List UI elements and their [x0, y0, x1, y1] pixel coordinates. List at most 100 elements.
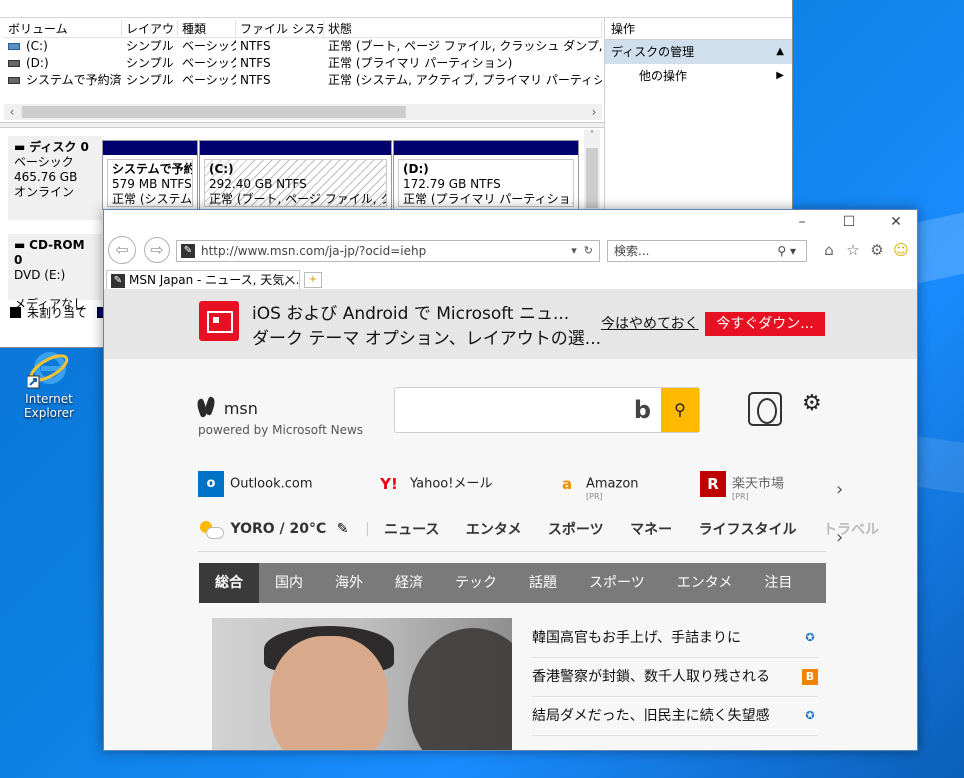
news-tab-domestic[interactable]: 国内	[259, 563, 319, 603]
cdrom-label[interactable]: ▬ CD-ROM 0 DVD (E:) メディアなし	[8, 234, 102, 311]
category-news[interactable]: ニュース	[384, 519, 439, 539]
home-icon[interactable]: ⌂	[820, 240, 838, 260]
partition-bar	[200, 141, 391, 155]
actions-header: 操作	[605, 18, 792, 40]
msn-wordmark: msn	[223, 398, 258, 418]
msn-search-input[interactable]: b ⚲	[394, 387, 700, 433]
address-bar[interactable]: ✎ http://www.msn.com/ja-jp/?ocid=iehp ▾ …	[176, 240, 600, 262]
volume-icon	[8, 77, 20, 84]
tab-msn[interactable]: ✎ MSN Japan - ニュース, 天気, ... ✕	[106, 270, 300, 290]
source-logo-icon: ✪	[805, 631, 815, 644]
action-label: ディスクの管理	[611, 45, 695, 59]
msn-logo[interactable]: msn powered by Microsoft News	[198, 397, 363, 438]
title-bar[interactable]: – ☐ ✕	[104, 210, 917, 234]
category-lifestyle[interactable]: ライフスタイル	[699, 519, 797, 539]
partition-d[interactable]: (D:) 172.79 GB NTFS 正常 (プライマリ パーティション)	[393, 140, 579, 210]
headline-item[interactable]: 香港警察が封鎖、数千人取り残される B	[532, 658, 818, 697]
maximize-icon[interactable]: ☐	[826, 210, 872, 234]
volume-name: システムで予約済み	[26, 73, 122, 87]
category-sports[interactable]: スポーツ	[548, 519, 604, 539]
news-tab-top[interactable]: 総合	[199, 563, 259, 603]
news-tab-featured[interactable]: 注目	[748, 563, 808, 603]
tab-close-icon[interactable]: ✕	[285, 271, 295, 289]
news-tab-economy[interactable]: 経済	[379, 563, 439, 603]
action-disk-management[interactable]: ディスクの管理 ▲	[605, 40, 792, 64]
quick-link-yahoo[interactable]: Y! Yahoo!メール	[374, 471, 492, 505]
col-layout[interactable]: レイアウト	[122, 20, 178, 37]
partition-status: 正常 (ブート, ページ ファイル, クラッシュ	[209, 192, 386, 206]
headline-text: 香港警察が封鎖、数千人取り残される	[532, 669, 770, 685]
horizontal-scrollbar[interactable]: ‹ ›	[4, 104, 602, 120]
weather-and-categories: YORO / 20°C ✎ | ニュース エンタメ スポーツ マネー ライフスタ…	[198, 519, 879, 549]
tab-strip: ✎ MSN Japan - ニュース, 天気, ... ✕ +	[104, 268, 917, 290]
banner-line-1: iOS および Android で Microsoft ニュ...	[252, 304, 570, 324]
scroll-thumb[interactable]	[22, 106, 406, 118]
page-settings-gear-icon[interactable]: ⚙	[802, 391, 822, 416]
pane-splitter[interactable]	[0, 122, 604, 128]
submenu-arrow-icon: ▶	[776, 70, 784, 81]
action-other[interactable]: 他の操作 ▶	[605, 64, 792, 88]
category-travel[interactable]: トラベル	[823, 519, 879, 539]
quick-links-next-icon[interactable]: ›	[836, 479, 843, 500]
quick-link-outlook[interactable]: o Outlook.com	[198, 471, 313, 505]
minimize-icon[interactable]: –	[779, 210, 825, 234]
partition-c[interactable]: (C:) 292.40 GB NTFS 正常 (ブート, ページ ファイル, ク…	[199, 140, 392, 210]
desktop-icon-internet-explorer[interactable]: Internet Explorer	[4, 346, 94, 420]
new-tab-button[interactable]: +	[304, 272, 322, 288]
volume-fs: NTFS	[240, 73, 271, 87]
category-money[interactable]: マネー	[630, 519, 672, 539]
search-icon[interactable]: ⚲ ▾	[777, 241, 796, 261]
forward-button[interactable]: ⇨	[144, 237, 170, 263]
news-tab-topics[interactable]: 話題	[513, 563, 573, 603]
banner-download-button[interactable]: 今すぐダウン...	[705, 312, 825, 336]
banner-later-link[interactable]: 今はやめておく	[601, 313, 699, 333]
address-dropdown-refresh-icon[interactable]: ▾ ↻	[571, 241, 593, 261]
feedback-smiley-icon[interactable]: ☺	[892, 240, 910, 260]
scroll-right-icon[interactable]: ›	[586, 104, 602, 120]
settings-gear-icon[interactable]: ⚙	[868, 240, 886, 260]
scroll-thumb[interactable]	[586, 148, 598, 208]
news-tab-entertainment[interactable]: エンタメ	[661, 563, 749, 603]
news-app-icon	[199, 301, 239, 341]
partition-status: 正常 (プライマリ パーティション)	[403, 192, 574, 206]
close-icon[interactable]: ✕	[873, 210, 917, 234]
search-box[interactable]: 検索... ⚲ ▾	[607, 240, 807, 262]
col-volume[interactable]: ボリューム	[4, 20, 122, 37]
weather-location-temp[interactable]: YORO / 20°C	[230, 521, 326, 537]
news-tab-tech[interactable]: テック	[439, 563, 513, 603]
headline-list: 韓国高官もお手上げ、手詰まりに ✪ 香港警察が封鎖、数千人取り残される B 結局…	[532, 619, 818, 736]
categories-next-icon[interactable]: ›	[836, 527, 843, 548]
volume-table-header: ボリューム レイアウト 種類 ファイル システム 状態	[4, 20, 602, 38]
search-placeholder: 検索...	[614, 244, 650, 258]
table-row[interactable]: (D:) シンプル ベーシック NTFS 正常 (プライマリ パーティション)	[4, 55, 602, 72]
top-news-photo[interactable]	[212, 618, 512, 750]
news-tab-world[interactable]: 海外	[319, 563, 379, 603]
action-label: 他の操作	[639, 69, 688, 83]
back-button[interactable]: ⇦	[108, 236, 136, 264]
edit-pencil-icon[interactable]: ✎	[337, 521, 349, 537]
col-type[interactable]: 種類	[178, 20, 236, 37]
collapse-up-icon[interactable]: ▲	[776, 40, 784, 64]
amazon-icon: a	[561, 475, 573, 493]
source-logo-icon: B	[802, 669, 818, 685]
volume-status: 正常 (ブート, ページ ファイル, クラッシュ ダンプ, プライマリ パーティ	[328, 39, 602, 53]
headline-item[interactable]: 韓国高官もお手上げ、手詰まりに ✪	[532, 619, 818, 658]
col-filesystem[interactable]: ファイル システム	[236, 20, 324, 37]
favorites-star-icon[interactable]: ☆	[844, 240, 862, 260]
news-tab-sports[interactable]: スポーツ	[573, 563, 661, 603]
scroll-left-icon[interactable]: ‹	[4, 104, 20, 120]
table-row[interactable]: (C:) シンプル ベーシック NTFS 正常 (ブート, ページ ファイル, …	[4, 38, 602, 55]
table-row[interactable]: システムで予約済み シンプル ベーシック NTFS 正常 (システム, アクティ…	[4, 72, 602, 89]
quick-link-rakuten[interactable]: R 楽天市場 [PR]	[700, 471, 784, 505]
quick-link-amazon[interactable]: a Amazon [PR]	[554, 471, 639, 505]
partition-system-reserved[interactable]: システムで予約済 579 MB NTFS 正常 (システム, ア	[102, 140, 198, 210]
scroll-up-icon[interactable]: ˄	[584, 130, 600, 141]
col-status[interactable]: 状態	[324, 20, 602, 37]
category-entertainment[interactable]: エンタメ	[466, 519, 522, 539]
disk0-label[interactable]: ▬ ディスク 0 ベーシック 465.76 GB オンライン	[8, 136, 102, 220]
pr-badge: [PR]	[732, 492, 749, 501]
volume-name: (C:)	[26, 39, 48, 53]
search-go-button[interactable]: ⚲	[661, 388, 699, 432]
headline-item[interactable]: 結局ダメだった、旧民主に続く失望感 ✪	[532, 697, 818, 736]
account-icon[interactable]	[748, 392, 782, 426]
